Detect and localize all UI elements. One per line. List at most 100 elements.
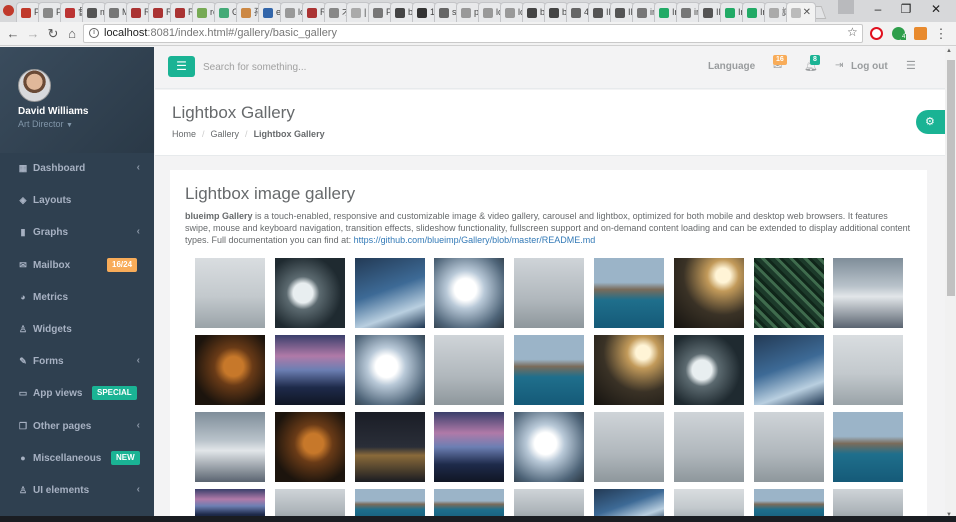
sidebar-item-dashboard[interactable]: ▦ Dashboard ‹ <box>0 153 154 185</box>
tasks-icon[interactable]: ☰ <box>906 59 916 72</box>
sidebar-item-miscellaneous[interactable]: ● Miscellaneous NEW <box>0 443 154 475</box>
extension-orange-icon[interactable] <box>914 27 927 40</box>
sidebar-item-graphs[interactable]: ▮ Graphs ‹ <box>0 217 154 249</box>
browser-tab[interactable]: R <box>302 2 326 22</box>
browser-tab[interactable]: P <box>16 2 40 22</box>
gallery-thumbnail-ocean-wave[interactable] <box>354 258 425 328</box>
browser-tab[interactable]: 孙 <box>236 2 260 22</box>
sidebar-item-ui-elements[interactable]: ♙ UI elements ‹ <box>0 475 154 507</box>
gallery-thumbnail-ocean-wave[interactable] <box>753 335 824 405</box>
sidebar-item-widgets[interactable]: ♙ Widgets <box>0 314 154 346</box>
gallery-thumbnail-splash-rocks[interactable] <box>514 412 585 482</box>
breadcrumb-gallery[interactable]: Gallery <box>211 129 240 139</box>
user-name[interactable]: David Williams <box>18 106 154 117</box>
gallery-thumbnail-mountain-dusk[interactable] <box>434 412 505 482</box>
avatar[interactable] <box>18 69 51 102</box>
gallery-thumbnail-coast-sea[interactable] <box>833 412 904 482</box>
browser-tab[interactable]: in <box>632 2 656 22</box>
browser-tab[interactable]: | <box>346 2 370 22</box>
browser-tab[interactable]: 才 <box>324 2 348 22</box>
bookmark-star-icon[interactable]: ☆ <box>847 25 858 39</box>
browser-tab[interactable]: 4 <box>566 2 590 22</box>
browser-tab[interactable]: b <box>390 2 414 22</box>
reload-icon[interactable]: ↻ <box>45 26 61 42</box>
close-window-icon[interactable]: ✕ <box>926 2 946 16</box>
gallery-thumbnail-seagulls[interactable] <box>594 412 664 482</box>
gallery-thumbnail-night-pier[interactable] <box>354 412 425 482</box>
search-input[interactable] <box>203 59 483 75</box>
browser-tab[interactable]: IN <box>610 2 634 22</box>
browser-profile-icon[interactable] <box>838 0 854 14</box>
gallery-thumbnail-coast-sea[interactable] <box>514 335 585 405</box>
gallery-thumbnail-seagulls[interactable] <box>434 335 505 405</box>
browser-tab[interactable]: lc <box>478 2 502 22</box>
gallery-thumbnail-bridge[interactable] <box>195 258 265 328</box>
gallery-thumbnail-coast-sea[interactable] <box>594 258 664 328</box>
browser-tab[interactable]: IN <box>698 2 722 22</box>
forward-icon[interactable]: → <box>25 26 41 41</box>
breadcrumb-home[interactable]: Home <box>172 129 196 139</box>
gallery-thumbnail-sunset-silhouette[interactable] <box>594 335 664 405</box>
gallery-thumbnail-tiger[interactable] <box>195 335 265 405</box>
sidebar-item-metrics[interactable]: ◕ Metrics <box>0 282 154 314</box>
url-field[interactable]: i localhost:8081/index.html#/gallery/bas… <box>83 24 863 43</box>
theme-config-button[interactable]: ⚙ <box>916 110 946 134</box>
pinned-tab-icon[interactable] <box>3 5 14 16</box>
browser-tab[interactable]: b <box>522 2 546 22</box>
sidebar-item-forms[interactable]: ✎ Forms ‹ <box>0 346 154 378</box>
scrollbar-thumb[interactable] <box>947 60 955 296</box>
browser-tab-active[interactable]: ✕ <box>786 2 816 22</box>
browser-tab[interactable]: b <box>544 2 568 22</box>
minimize-icon[interactable]: – <box>868 2 888 16</box>
info-icon[interactable]: i <box>89 28 99 38</box>
browser-tab[interactable]: P <box>38 2 62 22</box>
browser-tab[interactable]: m <box>82 2 106 22</box>
browser-tab[interactable]: 1( <box>412 2 436 22</box>
gallery-thumbnail-bridge[interactable] <box>833 335 904 405</box>
browser-tab[interactable]: P <box>368 2 392 22</box>
logout-link[interactable]: Log out <box>851 61 888 72</box>
menu-toggle-button[interactable]: ☰ <box>168 56 195 77</box>
sidebar-item-app-views[interactable]: ▭ App views SPECIAL <box>0 378 154 410</box>
sidebar-item-mailbox[interactable]: ✉ Mailbox 16/24 <box>0 250 154 282</box>
gallery-thumbnail-boat-bow[interactable] <box>833 258 904 328</box>
browser-tab[interactable]: M <box>104 2 128 22</box>
gallery-thumbnail-seagulls[interactable] <box>673 412 744 482</box>
scroll-up-icon[interactable]: ▲ <box>946 48 952 54</box>
close-tab-icon[interactable]: ✕ <box>803 3 811 22</box>
browser-tab[interactable]: IN <box>588 2 612 22</box>
browser-tab[interactable]: el <box>258 2 282 22</box>
browser-tab[interactable]: In <box>742 2 766 22</box>
browser-tab[interactable]: 讓 <box>764 2 788 22</box>
restore-icon[interactable]: ❐ <box>896 2 916 16</box>
gallery-thumbnail-splash-rocks[interactable] <box>354 335 425 405</box>
gallery-thumbnail-seagulls[interactable] <box>753 412 824 482</box>
browser-tab[interactable]: in <box>676 2 700 22</box>
browser-tab[interactable]: R <box>148 2 172 22</box>
gallery-thumbnail-tiger[interactable] <box>274 412 345 482</box>
gallery-thumbnail-splash-rocks[interactable] <box>434 258 505 328</box>
gallery-thumbnail-sunset-silhouette[interactable] <box>673 258 744 328</box>
browser-tab[interactable]: 督 <box>60 2 84 22</box>
browser-menu-icon[interactable]: ⋮ <box>933 26 949 42</box>
documentation-link[interactable]: https://github.com/blueimp/Gallery/blob/… <box>354 235 596 245</box>
browser-tab[interactable]: R <box>126 2 150 22</box>
browser-tab[interactable]: sc <box>434 2 458 22</box>
gallery-thumbnail-aerial-surf[interactable] <box>274 258 345 328</box>
sidebar-item-layouts[interactable]: ◈ Layouts <box>0 185 154 217</box>
home-icon[interactable]: ⌂ <box>64 26 80 41</box>
browser-tab[interactable]: R <box>170 2 194 22</box>
language-dropdown[interactable]: Language <box>708 61 755 72</box>
gallery-thumbnail-mountain-dusk[interactable] <box>274 335 345 405</box>
browser-tab[interactable]: lc <box>500 2 524 22</box>
browser-tab[interactable]: In <box>720 2 744 22</box>
gallery-thumbnail-fern[interactable] <box>753 258 824 328</box>
browser-tab[interactable]: re <box>192 2 216 22</box>
browser-tab[interactable]: p <box>456 2 480 22</box>
sidebar-item-other-pages[interactable]: ❐ Other pages ‹ <box>0 411 154 443</box>
gallery-thumbnail-boat-bow[interactable] <box>195 412 265 482</box>
opera-icon[interactable] <box>870 27 883 40</box>
gallery-thumbnail-aerial-surf[interactable] <box>673 335 744 405</box>
browser-tab[interactable]: In <box>654 2 678 22</box>
back-icon[interactable]: ← <box>5 26 21 41</box>
